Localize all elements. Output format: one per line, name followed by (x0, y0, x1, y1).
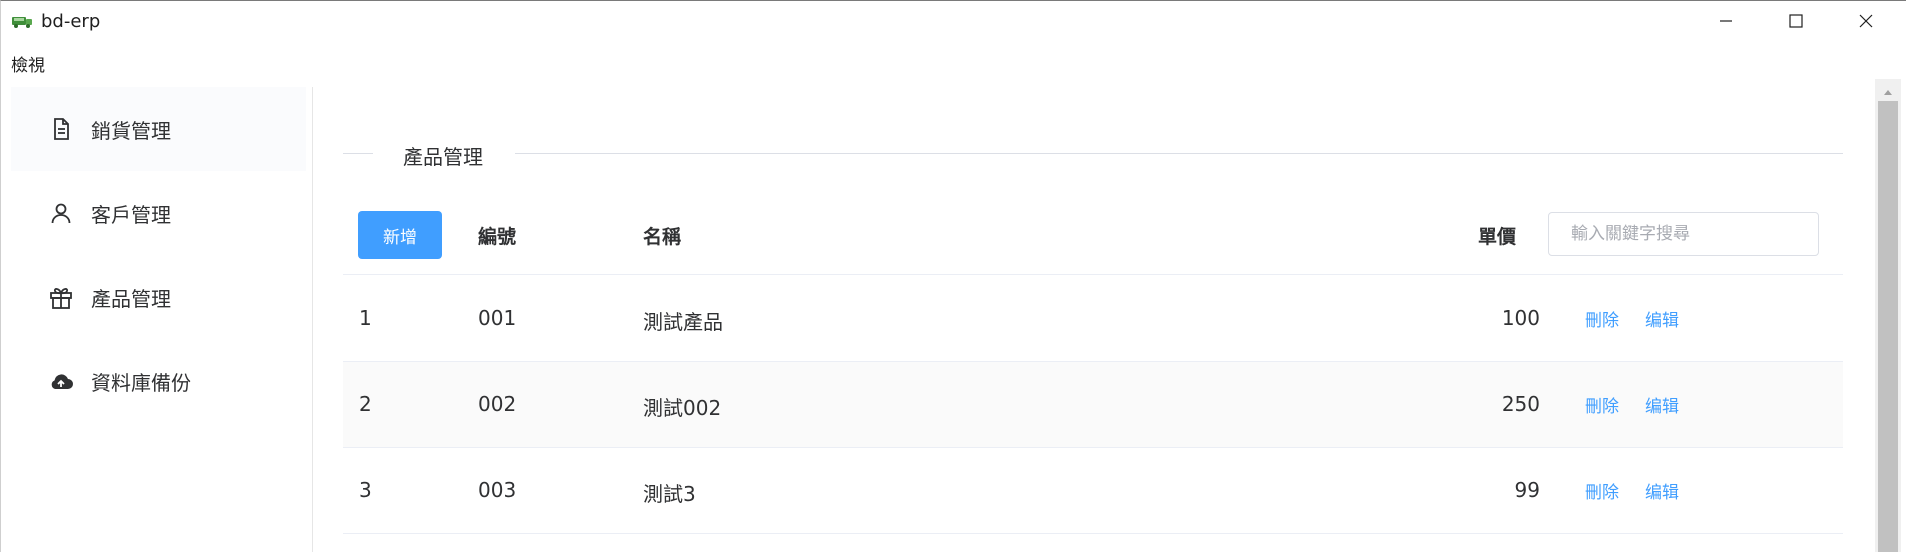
search-input[interactable] (1548, 212, 1819, 256)
table-row: 1 001 測試產品 100 刪除 编辑 (343, 276, 1843, 362)
sidebar-item-backup[interactable]: 資料庫備份 (11, 339, 306, 423)
row-index: 1 (359, 306, 372, 330)
row-name: 測試產品 (643, 310, 723, 334)
sidebar-item-label: 產品管理 (91, 286, 171, 311)
column-header-name: 名稱 (643, 226, 682, 248)
sidebar-item-label: 資料庫備份 (91, 370, 191, 395)
divider-line-left (343, 153, 373, 154)
maximize-icon (1788, 13, 1804, 33)
user-icon (47, 199, 75, 227)
edit-link[interactable]: 编辑 (1645, 306, 1679, 331)
maximize-button[interactable] (1761, 1, 1831, 45)
delete-link[interactable]: 刪除 (1585, 478, 1619, 503)
table-row: 3 003 測試3 99 刪除 编辑 (343, 448, 1843, 534)
scroll-thumb[interactable] (1878, 101, 1898, 552)
table-row: 2 002 測試002 250 刪除 编辑 (343, 362, 1843, 448)
row-name: 測試002 (643, 396, 722, 420)
minimize-icon (1718, 13, 1734, 33)
column-header-code: 編號 (478, 226, 517, 248)
close-button[interactable] (1831, 1, 1901, 45)
row-code: 003 (478, 478, 517, 502)
sidebar-item-sales[interactable]: 銷貨管理 (11, 87, 306, 171)
sidebar-item-products[interactable]: 產品管理 (11, 255, 306, 339)
menu-bar: 檢視 (1, 45, 1906, 79)
app-window: bd-erp 檢視 銷貨管理 客戶管理 產品管理 資料庫備份 產品管理 新增 編… (0, 0, 1906, 552)
scroll-up-button[interactable] (1875, 79, 1901, 101)
window-title: bd-erp (41, 11, 101, 32)
app-icon (11, 13, 35, 31)
document-icon (47, 115, 75, 143)
gift-icon (47, 283, 75, 311)
delete-link[interactable]: 刪除 (1585, 392, 1619, 417)
row-code: 002 (478, 392, 517, 416)
edit-link[interactable]: 编辑 (1645, 478, 1679, 503)
divider-line-right (515, 153, 1843, 154)
row-index: 2 (359, 392, 372, 416)
row-price: 250 (1501, 392, 1540, 416)
menu-view[interactable]: 檢視 (11, 51, 45, 76)
column-header-price: 單價 (1478, 226, 1517, 248)
close-icon (1858, 13, 1874, 33)
row-index: 3 (359, 478, 372, 502)
sidebar-item-label: 銷貨管理 (91, 118, 171, 143)
edit-link[interactable]: 编辑 (1645, 392, 1679, 417)
delete-link[interactable]: 刪除 (1585, 306, 1619, 331)
sidebar-item-customers[interactable]: 客戶管理 (11, 171, 306, 255)
minimize-button[interactable] (1691, 1, 1761, 45)
vertical-scrollbar[interactable] (1875, 79, 1901, 552)
scroll-up-arrow-icon (1883, 81, 1893, 100)
row-price: 99 (1514, 478, 1540, 502)
cloud-upload-icon (47, 367, 75, 395)
sidebar: 銷貨管理 客戶管理 產品管理 資料庫備份 (1, 87, 313, 552)
row-price: 100 (1501, 306, 1540, 330)
sidebar-item-label: 客戶管理 (91, 202, 171, 227)
main-content: 產品管理 新增 編號 名稱 單價 1 001 測試產品 100 刪除 编辑 2 … (313, 79, 1875, 552)
row-code: 001 (478, 306, 517, 330)
section-title: 產品管理 (403, 145, 483, 169)
row-name: 測試3 (643, 482, 696, 506)
title-bar: bd-erp (1, 1, 1906, 45)
add-button[interactable]: 新增 (358, 211, 442, 259)
